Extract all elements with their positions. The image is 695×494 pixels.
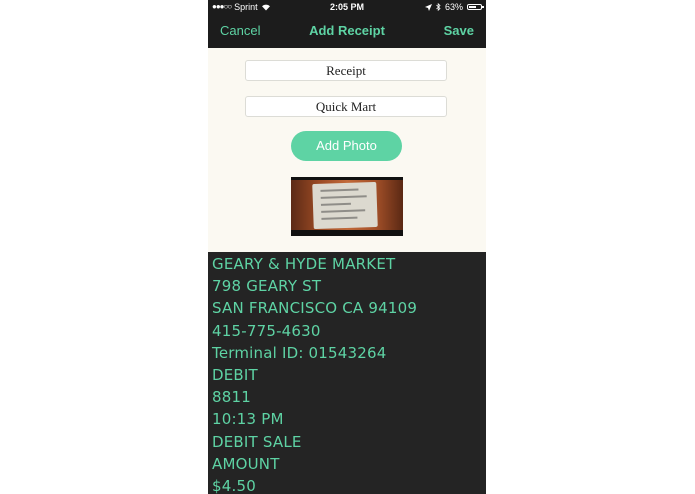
ocr-line: 798 GEARY ST <box>212 277 322 296</box>
receipt-image-line <box>320 195 367 199</box>
add-photo-button[interactable]: Add Photo <box>291 131 402 161</box>
navigation-bar: Cancel Add Receipt Save <box>208 14 486 48</box>
ocr-line: 8811 <box>212 388 251 407</box>
battery-fill <box>469 6 476 8</box>
battery-percent: 63% <box>444 2 463 12</box>
ocr-line: AMOUNT <box>212 454 280 473</box>
ocr-line: Terminal ID: 01543264 <box>212 343 387 362</box>
ocr-line: DEBIT SALE <box>212 432 302 451</box>
receipt-photo-thumbnail[interactable] <box>291 177 403 236</box>
battery-nub <box>482 6 484 8</box>
battery-icon <box>467 4 484 10</box>
receipt-image-line <box>321 216 358 220</box>
ocr-line: GEARY & HYDE MARKET <box>212 255 396 273</box>
save-button[interactable]: Save <box>444 23 474 38</box>
location-arrow-icon <box>424 3 432 11</box>
receipt-image-line <box>320 188 359 192</box>
ocr-line: 415-775-4630 <box>212 321 321 340</box>
receipt-form: Add Photo <box>208 48 486 252</box>
ocr-line: DEBIT <box>212 365 258 384</box>
receipt-image-line <box>320 202 351 206</box>
receipt-type-field[interactable] <box>245 60 447 81</box>
ocr-line: $4.50 <box>212 476 256 494</box>
status-right: 63% <box>424 0 484 14</box>
phone-screen: ●●●○○ Sprint 2:05 PM 63% Cancel Add Rece… <box>208 0 486 494</box>
status-bar: ●●●○○ Sprint 2:05 PM 63% <box>208 0 486 14</box>
receipt-image-line <box>321 209 366 213</box>
bluetooth-icon <box>436 3 441 11</box>
ocr-text-area[interactable]: GEARY & HYDE MARKET 798 GEARY ST SAN FRA… <box>208 252 486 494</box>
receipt-paper-image <box>312 181 378 230</box>
merchant-name-field[interactable] <box>245 96 447 117</box>
ocr-line: 10:13 PM <box>212 410 284 429</box>
ocr-line: SAN FRANCISCO CA 94109 <box>212 299 418 318</box>
